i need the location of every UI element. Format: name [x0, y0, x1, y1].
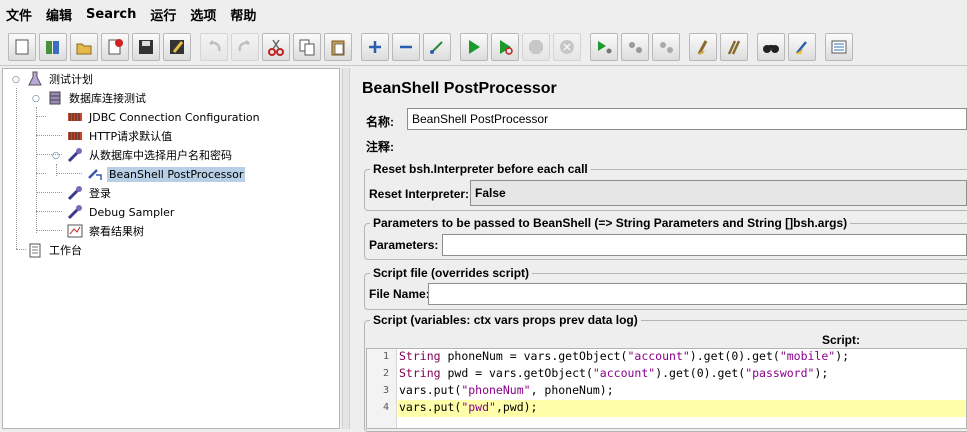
reset-interpreter-label: Reset Interpreter:	[369, 187, 470, 201]
collapse-toggle-icon[interactable]: ○	[12, 75, 20, 85]
reset-group-title: Reset bsh.Interpreter before each call	[370, 162, 591, 176]
code-line[interactable]: vars.put("phoneNum", phoneNum);	[398, 383, 614, 400]
save-icon[interactable]	[132, 32, 160, 61]
redo-icon[interactable]	[231, 32, 259, 61]
clear-all-icon[interactable]	[720, 32, 748, 61]
tree-item-results-tree[interactable]: 察看结果树	[67, 222, 146, 240]
beanshell-postprocessor-panel: BeanShell PostProcessor 名称: BeanShell Po…	[352, 68, 967, 432]
name-label: 名称:	[366, 115, 394, 129]
parameters-label: Parameters:	[369, 238, 439, 252]
menu-search[interactable]: Search	[86, 7, 136, 22]
thread-group-icon	[47, 90, 63, 106]
toolbar	[0, 28, 967, 66]
collapse-toggle-icon[interactable]: ○	[32, 94, 40, 104]
file-name-label: File Name:	[369, 287, 430, 301]
cut-icon[interactable]	[262, 32, 290, 61]
menu-bar: 文件 编辑 Search 运行 选项 帮助	[0, 0, 967, 28]
toggle-icon[interactable]	[423, 32, 451, 61]
workbench-icon	[27, 242, 43, 258]
remote-shutdown-icon[interactable]	[652, 32, 680, 61]
menu-edit[interactable]: 编辑	[46, 5, 72, 24]
tree-item-http-defaults[interactable]: HTTP请求默认值	[67, 127, 174, 145]
postprocessor-icon	[87, 166, 103, 182]
clear-icon[interactable]	[689, 32, 717, 61]
config-element-icon	[67, 128, 83, 144]
params-group-title: Parameters to be passed to BeanShell (=>…	[370, 216, 851, 230]
tree-item-debug-sampler[interactable]: Debug Sampler	[67, 203, 176, 221]
tree-item-test-plan[interactable]: 测试计划	[27, 70, 95, 88]
code-line[interactable]: String pwd = vars.getObject("account").g…	[398, 366, 828, 383]
pipette-icon	[67, 204, 83, 220]
line-number: 2	[382, 368, 389, 379]
line-number: 1	[382, 351, 389, 362]
tree-item-beanshell-postprocessor[interactable]: BeanShell PostProcessor	[87, 165, 246, 183]
file-name-field[interactable]	[428, 283, 967, 305]
paste-icon[interactable]	[324, 32, 352, 61]
open-icon[interactable]	[70, 32, 98, 61]
collapse-toggle-icon[interactable]: ○	[52, 151, 60, 161]
parameters-field[interactable]	[442, 234, 967, 256]
copy-icon[interactable]	[293, 32, 321, 61]
stop-icon[interactable]	[522, 32, 550, 61]
line-number: 4	[382, 402, 389, 413]
collapse-icon[interactable]	[392, 32, 420, 61]
function-helper-icon[interactable]	[825, 32, 853, 61]
config-element-icon	[67, 109, 83, 125]
menu-file[interactable]: 文件	[6, 5, 32, 24]
code-line[interactable]: String phoneNum = vars.getObject("accoun…	[398, 349, 849, 366]
remote-start-icon[interactable]	[590, 32, 618, 61]
script-label: Script:	[822, 333, 861, 347]
pipette-icon	[67, 147, 83, 163]
comments-field[interactable]	[402, 134, 967, 156]
remote-stop-icon[interactable]	[621, 32, 649, 61]
name-field[interactable]: BeanShell PostProcessor	[407, 108, 967, 130]
close-icon[interactable]	[101, 32, 129, 61]
pane-splitter[interactable]	[342, 68, 350, 429]
line-number: 3	[382, 385, 389, 396]
tree-item-jdbc-config[interactable]: JDBC Connection Configuration	[67, 108, 262, 126]
reset-search-icon[interactable]	[788, 32, 816, 61]
comments-label: 注释:	[366, 140, 394, 154]
shutdown-icon[interactable]	[553, 32, 581, 61]
menu-options[interactable]: 选项	[190, 5, 216, 24]
flask-icon	[27, 71, 43, 87]
pipette-icon	[67, 185, 83, 201]
script-editor[interactable]: 1 2 3 4 String phoneNum = vars.getObject…	[366, 348, 967, 429]
menu-help[interactable]: 帮助	[230, 5, 256, 24]
tree-item-thread-group[interactable]: 数据库连接测试	[47, 89, 148, 107]
code-line-current[interactable]: vars.put("pwd",pwd);	[398, 400, 966, 417]
start-icon[interactable]	[460, 32, 488, 61]
save-as-icon[interactable]	[163, 32, 191, 61]
new-icon[interactable]	[8, 32, 36, 61]
templates-icon[interactable]	[39, 32, 67, 61]
start-no-pause-icon[interactable]	[491, 32, 519, 61]
menu-run[interactable]: 运行	[150, 5, 176, 24]
search-icon[interactable]	[757, 32, 785, 61]
tree-item-workbench[interactable]: 工作台	[27, 241, 84, 259]
tree-item-jdbc-sampler[interactable]: 从数据库中选择用户名和密码	[67, 146, 234, 164]
expand-icon[interactable]	[361, 32, 389, 61]
undo-icon[interactable]	[200, 32, 228, 61]
test-plan-tree: ○ ○ ○ 测试计划 数据库连接测试 JDBC Connection Confi…	[2, 68, 340, 429]
script-group-title: Script (variables: ctx vars props prev d…	[370, 313, 641, 327]
reset-interpreter-select[interactable]: False	[470, 180, 967, 206]
tree-item-login[interactable]: 登录	[67, 184, 113, 202]
page-title: BeanShell PostProcessor	[362, 80, 557, 97]
listener-icon	[67, 223, 83, 239]
file-group-title: Script file (overrides script)	[370, 266, 533, 280]
